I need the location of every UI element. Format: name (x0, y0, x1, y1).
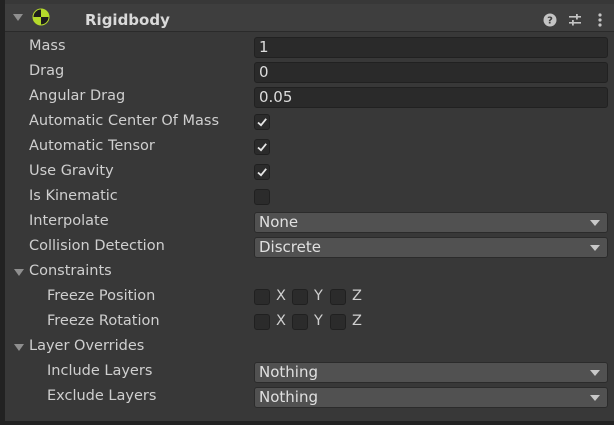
include-layers-row: Include Layers Nothing (0, 360, 614, 385)
drag-field[interactable]: 0 (254, 62, 608, 83)
component-title: Rigidbody (85, 11, 170, 29)
presets-icon[interactable] (567, 12, 583, 28)
mass-field[interactable]: 1 (254, 37, 608, 58)
use-gravity-label: Use Gravity (29, 163, 114, 179)
more-options-icon[interactable] (592, 12, 608, 28)
freeze-rotation-row: Freeze Rotation X Y Z (0, 310, 614, 335)
interpolate-value: None (259, 213, 299, 231)
automatic-center-of-mass-row: Automatic Center Of Mass (0, 110, 614, 135)
dropdown-arrow-icon (590, 395, 600, 401)
checkmark-icon (257, 168, 267, 177)
freeze-rotation-z-label: Z (352, 313, 362, 329)
help-icon[interactable]: ? (542, 12, 558, 28)
dropdown-arrow-icon (590, 220, 600, 226)
freeze-position-label: Freeze Position (47, 288, 156, 304)
checkmark-icon (257, 143, 267, 152)
automatic-tensor-row: Automatic Tensor (0, 135, 614, 160)
angular-drag-row: Angular Drag 0.05 (0, 85, 614, 110)
is-kinematic-label: Is Kinematic (29, 188, 118, 204)
freeze-position-y-checkbox[interactable] (292, 289, 308, 305)
freeze-rotation-y-checkbox[interactable] (292, 314, 308, 330)
is-kinematic-row: Is Kinematic (0, 185, 614, 210)
collision-detection-value: Discrete (259, 238, 321, 256)
exclude-layers-label: Exclude Layers (47, 388, 157, 404)
dropdown-arrow-icon (590, 370, 600, 376)
freeze-position-x-label: X (276, 288, 286, 304)
exclude-layers-dropdown[interactable]: Nothing (254, 387, 608, 408)
layer-overrides-label: Layer Overrides (29, 338, 145, 354)
constraints-foldout[interactable]: Constraints (0, 260, 614, 285)
freeze-position-z-checkbox[interactable] (330, 289, 346, 305)
collision-detection-label: Collision Detection (29, 238, 165, 254)
interpolate-row: Interpolate None (0, 210, 614, 235)
freeze-rotation-x-checkbox[interactable] (254, 314, 270, 330)
automatic-center-of-mass-checkbox[interactable] (254, 114, 270, 130)
freeze-rotation-y-label: Y (314, 313, 323, 329)
freeze-rotation-x-label: X (276, 313, 286, 329)
include-layers-label: Include Layers (47, 363, 153, 379)
mass-label: Mass (29, 38, 66, 54)
interpolate-label: Interpolate (29, 213, 109, 229)
collision-detection-dropdown[interactable]: Discrete (254, 237, 608, 258)
angular-drag-field[interactable]: 0.05 (254, 87, 608, 108)
freeze-rotation-z-checkbox[interactable] (330, 314, 346, 330)
drag-label: Drag (29, 63, 65, 79)
rigidbody-icon (32, 8, 50, 26)
drag-row: Drag 0 (0, 60, 614, 85)
svg-text:?: ? (547, 16, 553, 27)
use-gravity-checkbox[interactable] (254, 164, 270, 180)
exclude-layers-row: Exclude Layers Nothing (0, 385, 614, 410)
freeze-position-x-checkbox[interactable] (254, 289, 270, 305)
component-header[interactable]: Rigidbody ? (5, 4, 614, 32)
panel-bottom-border (0, 421, 614, 425)
freeze-position-z-label: Z (352, 288, 362, 304)
mass-row: Mass 1 (0, 35, 614, 60)
use-gravity-row: Use Gravity (0, 160, 614, 185)
layer-overrides-fold-arrow-icon[interactable] (14, 344, 24, 351)
interpolate-dropdown[interactable]: None (254, 212, 608, 233)
checkmark-icon (257, 118, 267, 127)
layer-overrides-foldout[interactable]: Layer Overrides (0, 335, 614, 360)
collapse-arrow-icon[interactable] (13, 14, 23, 21)
exclude-layers-value: Nothing (259, 388, 318, 406)
angular-drag-label: Angular Drag (29, 88, 126, 104)
freeze-position-y-label: Y (314, 288, 323, 304)
collision-detection-row: Collision Detection Discrete (0, 235, 614, 260)
constraints-label: Constraints (29, 263, 112, 279)
freeze-rotation-label: Freeze Rotation (47, 313, 160, 329)
include-layers-value: Nothing (259, 363, 318, 381)
automatic-center-of-mass-label: Automatic Center Of Mass (29, 113, 220, 129)
dropdown-arrow-icon (590, 245, 600, 251)
is-kinematic-checkbox[interactable] (254, 189, 270, 205)
automatic-tensor-label: Automatic Tensor (29, 138, 155, 154)
inspector-panel: Rigidbody ? Mass 1 Drag 0 Angular Drag 0… (0, 0, 614, 425)
include-layers-dropdown[interactable]: Nothing (254, 362, 608, 383)
constraints-fold-arrow-icon[interactable] (14, 269, 24, 276)
freeze-position-row: Freeze Position X Y Z (0, 285, 614, 310)
automatic-tensor-checkbox[interactable] (254, 139, 270, 155)
